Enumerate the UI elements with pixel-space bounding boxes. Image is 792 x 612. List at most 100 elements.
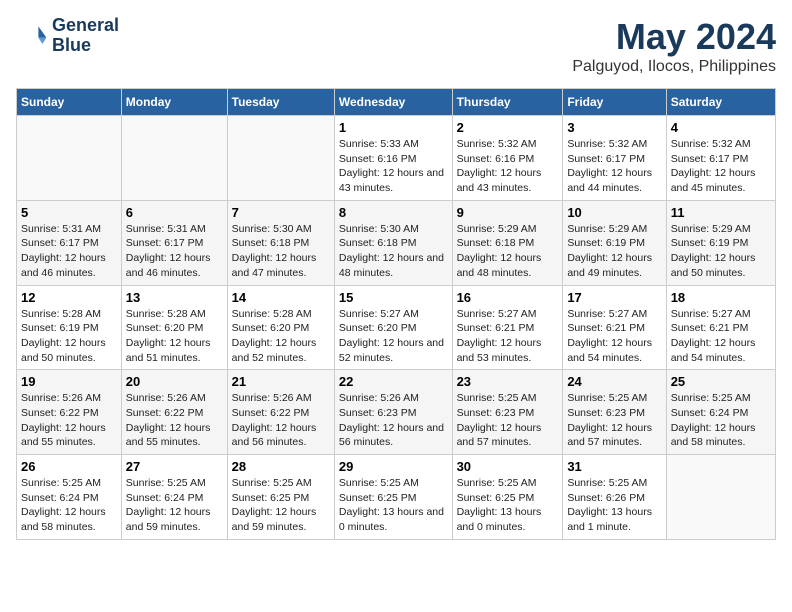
day-cell: 26Sunrise: 5:25 AM Sunset: 6:24 PM Dayli… bbox=[17, 455, 122, 540]
day-info: Sunrise: 5:25 AM Sunset: 6:23 PM Dayligh… bbox=[567, 391, 661, 450]
week-row-1: 1Sunrise: 5:33 AM Sunset: 6:16 PM Daylig… bbox=[17, 116, 776, 201]
logo-icon bbox=[16, 20, 48, 52]
day-info: Sunrise: 5:26 AM Sunset: 6:22 PM Dayligh… bbox=[126, 391, 223, 450]
day-info: Sunrise: 5:32 AM Sunset: 6:16 PM Dayligh… bbox=[457, 137, 559, 196]
day-info: Sunrise: 5:31 AM Sunset: 6:17 PM Dayligh… bbox=[21, 222, 117, 281]
day-number: 14 bbox=[232, 290, 330, 305]
day-cell: 4 Sunrise: 5:32 AM Sunset: 6:17 PM Daylig… bbox=[666, 116, 775, 201]
day-cell: 16Sunrise: 5:27 AM Sunset: 6:21 PM Dayli… bbox=[452, 285, 563, 370]
day-number: 19 bbox=[21, 374, 117, 389]
header-wednesday: Wednesday bbox=[334, 89, 452, 116]
day-number: 29 bbox=[339, 459, 448, 474]
day-info: Sunrise: 5:26 AM Sunset: 6:22 PM Dayligh… bbox=[21, 391, 117, 450]
day-number: 24 bbox=[567, 374, 661, 389]
day-info: Sunrise: 5:25 AM Sunset: 6:24 PM Dayligh… bbox=[21, 476, 117, 535]
day-number: 18 bbox=[671, 290, 771, 305]
day-cell: 24 Sunrise: 5:25 AM Sunset: 6:23 PM Dayli… bbox=[563, 370, 666, 455]
day-number: 10 bbox=[567, 205, 661, 220]
day-info: Sunrise: 5:25 AM Sunset: 6:26 PM Dayligh… bbox=[567, 476, 661, 535]
day-number: 6 bbox=[126, 205, 223, 220]
location-subtitle: Palguyod, Ilocos, Philippines bbox=[572, 58, 776, 76]
day-info: Sunrise: 5:26 AM Sunset: 6:22 PM Dayligh… bbox=[232, 391, 330, 450]
logo-text: General Blue bbox=[52, 16, 119, 56]
day-number: 20 bbox=[126, 374, 223, 389]
day-number: 17 bbox=[567, 290, 661, 305]
day-info: Sunrise: 5:28 AM Sunset: 6:20 PM Dayligh… bbox=[126, 307, 223, 366]
day-info: Sunrise: 5:25 AM Sunset: 6:25 PM Dayligh… bbox=[339, 476, 448, 535]
day-info: Sunrise: 5:30 AM Sunset: 6:18 PM Dayligh… bbox=[232, 222, 330, 281]
day-cell: 23Sunrise: 5:25 AM Sunset: 6:23 PM Dayli… bbox=[452, 370, 563, 455]
day-number: 3 bbox=[567, 120, 661, 135]
day-info: Sunrise: 5:29 AM Sunset: 6:19 PM Dayligh… bbox=[671, 222, 771, 281]
day-cell: 28Sunrise: 5:25 AM Sunset: 6:25 PM Dayli… bbox=[227, 455, 334, 540]
week-row-5: 26Sunrise: 5:25 AM Sunset: 6:24 PM Dayli… bbox=[17, 455, 776, 540]
day-cell: 19 Sunrise: 5:26 AM Sunset: 6:22 PM Dayli… bbox=[17, 370, 122, 455]
day-cell: 6 Sunrise: 5:31 AM Sunset: 6:17 PM Daylig… bbox=[121, 200, 227, 285]
day-number: 21 bbox=[232, 374, 330, 389]
day-cell: 2Sunrise: 5:32 AM Sunset: 6:16 PM Daylig… bbox=[452, 116, 563, 201]
calendar-body: 1Sunrise: 5:33 AM Sunset: 6:16 PM Daylig… bbox=[17, 116, 776, 540]
day-cell: 14Sunrise: 5:28 AM Sunset: 6:20 PM Dayli… bbox=[227, 285, 334, 370]
day-info: Sunrise: 5:25 AM Sunset: 6:24 PM Dayligh… bbox=[126, 476, 223, 535]
month-year-title: May 2024 bbox=[572, 16, 776, 58]
day-number: 27 bbox=[126, 459, 223, 474]
day-info: Sunrise: 5:26 AM Sunset: 6:23 PM Dayligh… bbox=[339, 391, 448, 450]
day-number: 12 bbox=[21, 290, 117, 305]
header-friday: Friday bbox=[563, 89, 666, 116]
day-number: 31 bbox=[567, 459, 661, 474]
day-info: Sunrise: 5:25 AM Sunset: 6:25 PM Dayligh… bbox=[232, 476, 330, 535]
day-cell: 3 Sunrise: 5:32 AM Sunset: 6:17 PM Daylig… bbox=[563, 116, 666, 201]
day-cell bbox=[121, 116, 227, 201]
day-number: 5 bbox=[21, 205, 117, 220]
day-number: 8 bbox=[339, 205, 448, 220]
day-info: Sunrise: 5:28 AM Sunset: 6:19 PM Dayligh… bbox=[21, 307, 117, 366]
day-cell: 10 Sunrise: 5:29 AM Sunset: 6:19 PM Dayli… bbox=[563, 200, 666, 285]
week-row-2: 5 Sunrise: 5:31 AM Sunset: 6:17 PM Daylig… bbox=[17, 200, 776, 285]
day-number: 9 bbox=[457, 205, 559, 220]
day-cell: 27 Sunrise: 5:25 AM Sunset: 6:24 PM Dayli… bbox=[121, 455, 227, 540]
day-info: Sunrise: 5:32 AM Sunset: 6:17 PM Dayligh… bbox=[567, 137, 661, 196]
day-number: 11 bbox=[671, 205, 771, 220]
header-saturday: Saturday bbox=[666, 89, 775, 116]
day-cell: 5 Sunrise: 5:31 AM Sunset: 6:17 PM Daylig… bbox=[17, 200, 122, 285]
day-cell: 11 Sunrise: 5:29 AM Sunset: 6:19 PM Dayli… bbox=[666, 200, 775, 285]
week-row-4: 19 Sunrise: 5:26 AM Sunset: 6:22 PM Dayli… bbox=[17, 370, 776, 455]
day-number: 30 bbox=[457, 459, 559, 474]
logo: General Blue bbox=[16, 16, 119, 56]
day-cell: 21 Sunrise: 5:26 AM Sunset: 6:22 PM Dayli… bbox=[227, 370, 334, 455]
day-number: 1 bbox=[339, 120, 448, 135]
day-cell bbox=[17, 116, 122, 201]
day-info: Sunrise: 5:25 AM Sunset: 6:24 PM Dayligh… bbox=[671, 391, 771, 450]
day-cell: 1Sunrise: 5:33 AM Sunset: 6:16 PM Daylig… bbox=[334, 116, 452, 201]
header-thursday: Thursday bbox=[452, 89, 563, 116]
day-info: Sunrise: 5:32 AM Sunset: 6:17 PM Dayligh… bbox=[671, 137, 771, 196]
day-cell: 17 Sunrise: 5:27 AM Sunset: 6:21 PM Dayli… bbox=[563, 285, 666, 370]
day-number: 13 bbox=[126, 290, 223, 305]
day-info: Sunrise: 5:27 AM Sunset: 6:20 PM Dayligh… bbox=[339, 307, 448, 366]
week-row-3: 12 Sunrise: 5:28 AM Sunset: 6:19 PM Dayli… bbox=[17, 285, 776, 370]
day-cell: 9 Sunrise: 5:29 AM Sunset: 6:18 PM Daylig… bbox=[452, 200, 563, 285]
header-monday: Monday bbox=[121, 89, 227, 116]
day-cell: 15 Sunrise: 5:27 AM Sunset: 6:20 PM Dayli… bbox=[334, 285, 452, 370]
day-number: 7 bbox=[232, 205, 330, 220]
day-cell: 7 Sunrise: 5:30 AM Sunset: 6:18 PM Daylig… bbox=[227, 200, 334, 285]
day-info: Sunrise: 5:29 AM Sunset: 6:18 PM Dayligh… bbox=[457, 222, 559, 281]
title-block: May 2024 Palguyod, Ilocos, Philippines bbox=[572, 16, 776, 76]
header-tuesday: Tuesday bbox=[227, 89, 334, 116]
day-number: 25 bbox=[671, 374, 771, 389]
day-cell: 20 Sunrise: 5:26 AM Sunset: 6:22 PM Dayli… bbox=[121, 370, 227, 455]
day-cell: 25 Sunrise: 5:25 AM Sunset: 6:24 PM Dayli… bbox=[666, 370, 775, 455]
day-info: Sunrise: 5:31 AM Sunset: 6:17 PM Dayligh… bbox=[126, 222, 223, 281]
day-number: 4 bbox=[671, 120, 771, 135]
day-cell: 12 Sunrise: 5:28 AM Sunset: 6:19 PM Dayli… bbox=[17, 285, 122, 370]
day-number: 15 bbox=[339, 290, 448, 305]
day-number: 22 bbox=[339, 374, 448, 389]
day-info: Sunrise: 5:25 AM Sunset: 6:25 PM Dayligh… bbox=[457, 476, 559, 535]
day-cell: 30 Sunrise: 5:25 AM Sunset: 6:25 PM Dayli… bbox=[452, 455, 563, 540]
day-cell: 8Sunrise: 5:30 AM Sunset: 6:18 PM Daylig… bbox=[334, 200, 452, 285]
day-cell: 29 Sunrise: 5:25 AM Sunset: 6:25 PM Dayli… bbox=[334, 455, 452, 540]
day-cell: 13 Sunrise: 5:28 AM Sunset: 6:20 PM Dayli… bbox=[121, 285, 227, 370]
day-info: Sunrise: 5:29 AM Sunset: 6:19 PM Dayligh… bbox=[567, 222, 661, 281]
day-info: Sunrise: 5:27 AM Sunset: 6:21 PM Dayligh… bbox=[567, 307, 661, 366]
day-cell: 22 Sunrise: 5:26 AM Sunset: 6:23 PM Dayli… bbox=[334, 370, 452, 455]
